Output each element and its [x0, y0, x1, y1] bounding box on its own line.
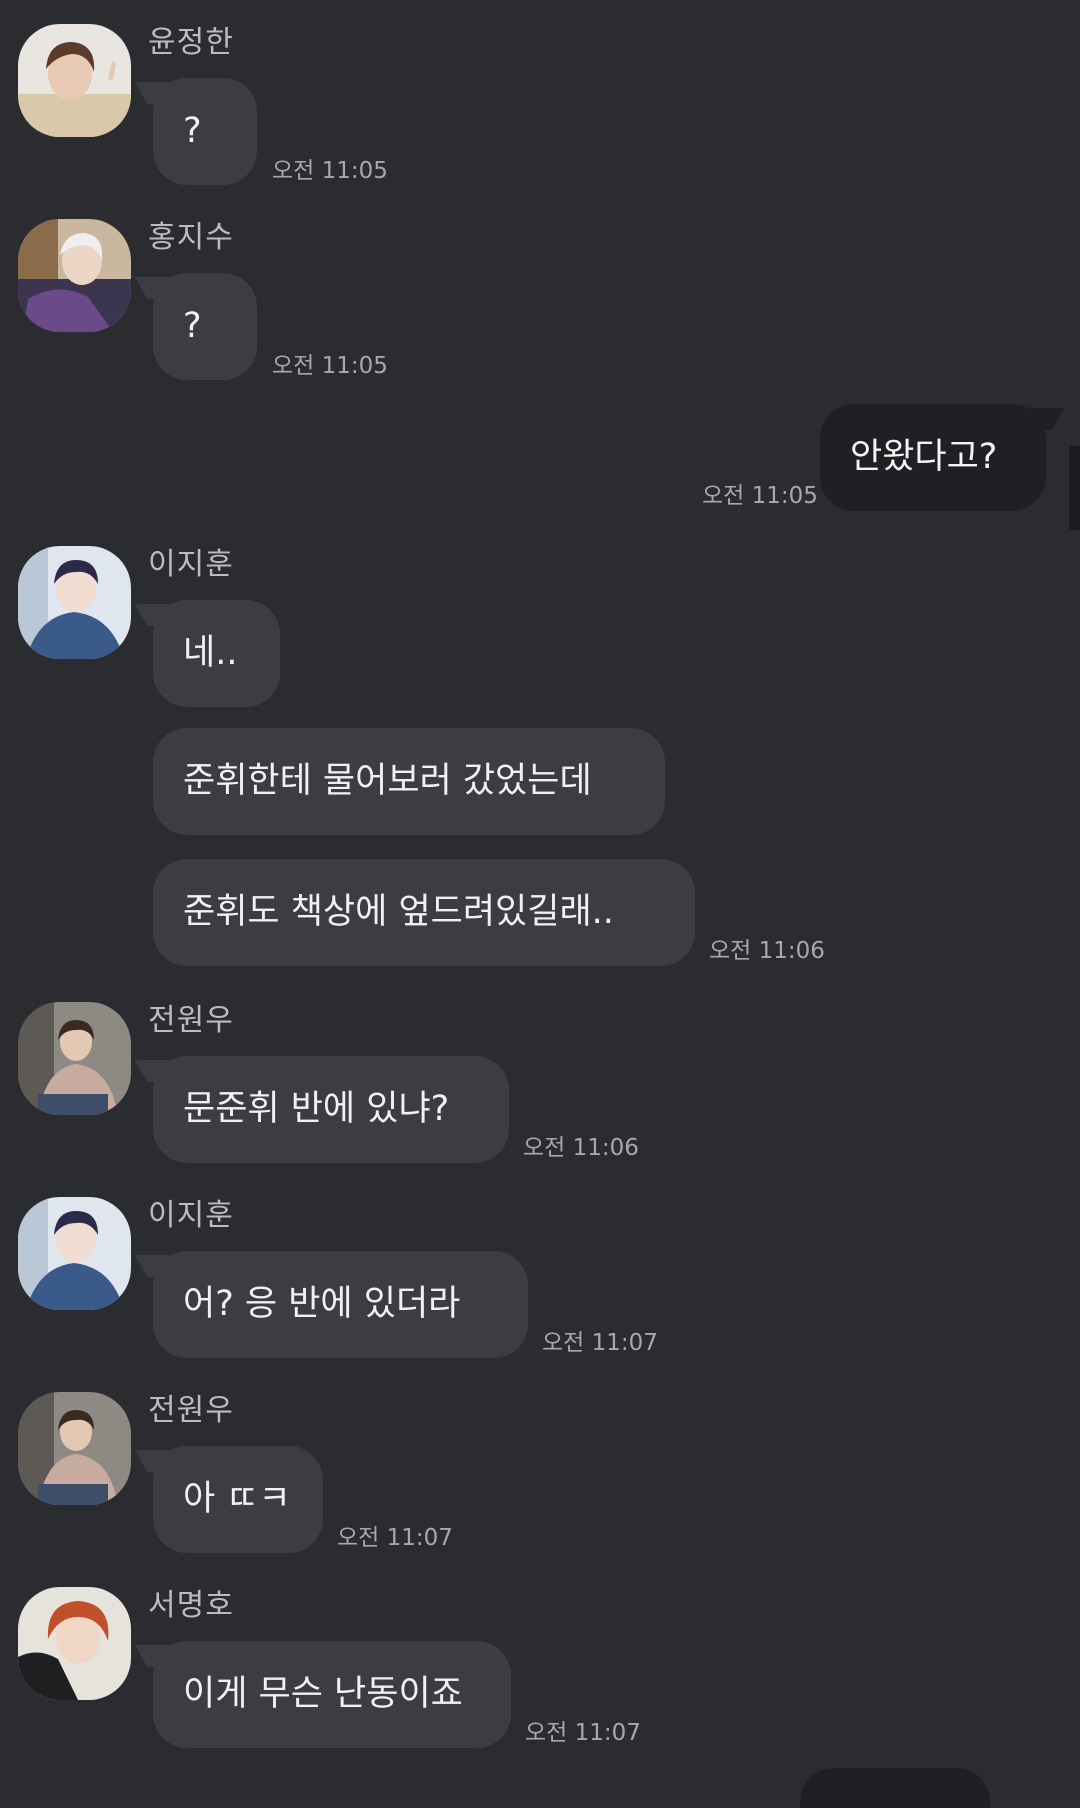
message-time: 오전 11:07	[525, 1720, 641, 1746]
partial-message-bubble	[800, 1768, 990, 1808]
profile-photo-icon	[18, 1392, 131, 1505]
sender-name: 전원우	[148, 1003, 234, 1038]
avatar-wonwoo[interactable]	[18, 1002, 131, 1115]
sender-name: 이지훈	[148, 547, 234, 582]
message-time: 오전 11:05	[702, 483, 818, 509]
message-bubble[interactable]: ?	[153, 78, 257, 185]
message-time: 오전 11:06	[709, 938, 825, 964]
avatar-jihoon[interactable]	[18, 546, 131, 659]
profile-photo-icon	[18, 1002, 131, 1115]
message-time: 오전 11:07	[542, 1330, 658, 1356]
sender-name: 홍지수	[148, 220, 234, 255]
chat-message-list[interactable]: 윤정한 ? 오전 11:05 홍지수 ? 오전 11:05 안왔다고? 오전 1…	[0, 0, 1080, 1808]
message-bubble[interactable]: 준휘도 책상에 엎드려있길래..	[153, 859, 695, 966]
avatar-jisoo[interactable]	[18, 219, 131, 332]
message-bubble[interactable]: 문준휘 반에 있냐?	[153, 1056, 509, 1163]
profile-photo-icon	[18, 24, 131, 137]
message-bubble[interactable]: 준휘한테 물어보러 갔었는데	[153, 728, 665, 835]
avatar-jeonghan[interactable]	[18, 24, 131, 137]
sender-name: 서명호	[148, 1588, 234, 1623]
message-bubble[interactable]: 이게 무슨 난동이죠	[153, 1641, 511, 1748]
profile-photo-icon	[18, 1197, 131, 1310]
message-bubble[interactable]: 어? 응 반에 있더라	[153, 1251, 528, 1358]
message-time: 오전 11:05	[272, 158, 388, 184]
profile-photo-icon	[18, 1587, 131, 1700]
message-time: 오전 11:06	[523, 1135, 639, 1161]
scrollbar-thumb[interactable]	[1069, 446, 1080, 530]
message-bubble[interactable]: ?	[153, 273, 257, 380]
my-message-bubble[interactable]: 안왔다고?	[820, 404, 1046, 511]
sender-name: 이지훈	[148, 1198, 234, 1233]
message-time: 오전 11:07	[337, 1525, 453, 1551]
avatar-jihoon[interactable]	[18, 1197, 131, 1310]
message-time: 오전 11:05	[272, 353, 388, 379]
avatar-wonwoo[interactable]	[18, 1392, 131, 1505]
message-bubble[interactable]: 아 ㄸㅋ	[153, 1446, 323, 1553]
profile-photo-icon	[18, 219, 131, 332]
profile-photo-icon	[18, 546, 131, 659]
message-bubble[interactable]: 네..	[153, 600, 280, 707]
sender-name: 윤정한	[148, 25, 234, 60]
sender-name: 전원우	[148, 1393, 234, 1428]
avatar-myungho[interactable]	[18, 1587, 131, 1700]
